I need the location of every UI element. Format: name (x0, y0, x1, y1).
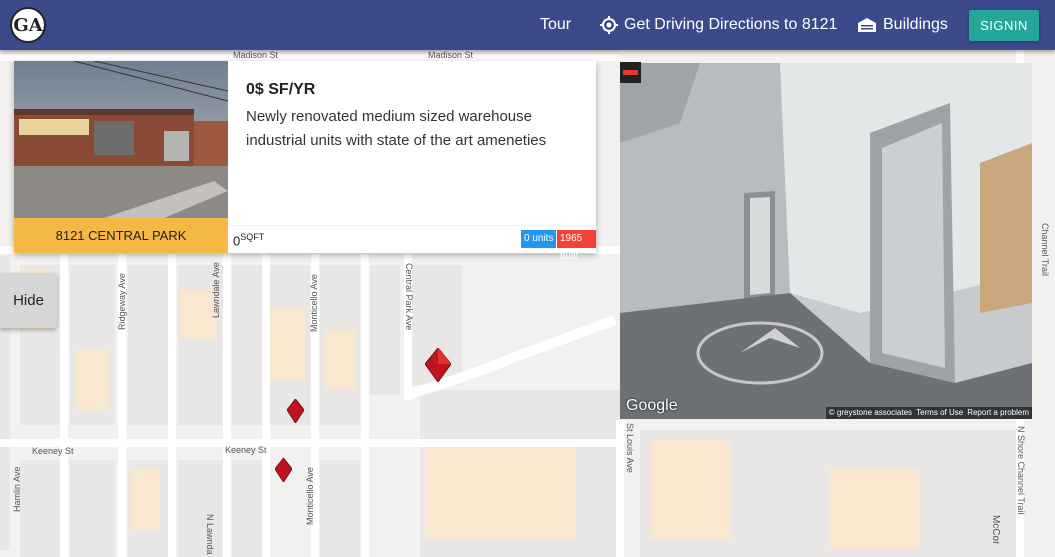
street-view-panel[interactable]: Google © greystone associates Terms of U… (620, 63, 1032, 419)
sqft-unit: SQFT (240, 232, 265, 242)
property-footer: 0SQFT 0 units 1965 built (228, 225, 596, 262)
units-badge: 0 units (521, 230, 557, 248)
street-label-n-lawndale: N Lawnda (205, 514, 215, 555)
property-sqft: 0SQFT (233, 232, 264, 248)
street-label-mccormick: McCor (990, 515, 1001, 545)
google-logo: Google (626, 397, 678, 414)
nav-tour[interactable]: Tour (540, 0, 571, 50)
street-label-hamlin: Hamlin Ave (12, 466, 22, 512)
nav-driving-directions-label: Get Driving Directions to 8121 (624, 16, 838, 33)
marker-icon[interactable] (286, 398, 305, 428)
street-label-monticello: Monticello Ave (309, 274, 319, 332)
street-label-monticello-2: Monticello Ave (305, 467, 315, 525)
property-name: 8121 CENTRAL PARK (14, 218, 228, 253)
terms-link[interactable]: Terms of Use (916, 407, 963, 419)
collapse-street-view-button[interactable] (620, 62, 641, 83)
hide-button[interactable]: Hide (0, 273, 57, 328)
crosshair-icon (600, 16, 618, 34)
street-view-footer: © greystone associates Terms of Use Repo… (825, 407, 1032, 419)
logo-text: GA (13, 14, 43, 36)
street-label-ridgeway: Ridgeway Ave (117, 273, 127, 330)
street-label-shore-channel-2: N Shore Channel Trail (1016, 426, 1026, 515)
nav-driving-directions[interactable]: Get Driving Directions to 8121 (600, 0, 837, 50)
street-label-shore-channel: Channel Trail (1040, 223, 1050, 277)
property-photo (14, 61, 228, 218)
navbar: GA Tour Get Driving Directions to 8121 B… (0, 0, 1055, 50)
street-view-image (620, 63, 1032, 419)
copyright-text: © greystone associates (828, 408, 913, 417)
street-label-keeney: Keeney St (32, 446, 74, 456)
marker-icon[interactable] (274, 457, 293, 487)
street-label-keeney-2: Keeney St (225, 445, 267, 455)
property-price: 0$ SF/YR (246, 81, 316, 98)
built-badge: 1965 built (557, 230, 596, 262)
street-label-madison: Madison St (233, 50, 279, 60)
marker-icon[interactable] (424, 347, 452, 387)
signin-button[interactable]: SIGNIN (969, 10, 1039, 41)
nav-buildings-label: Buildings (883, 16, 948, 33)
street-label-st-louis: St Louis Ave (625, 423, 635, 473)
nav-buildings[interactable]: Buildings (857, 0, 948, 50)
property-card[interactable]: 8121 CENTRAL PARK 0$ SF/YR Newly renovat… (14, 61, 596, 262)
street-label-lawndale: Lawndale Ave (211, 262, 221, 318)
building-icon (857, 17, 877, 33)
logo[interactable]: GA (10, 7, 46, 43)
nav-tour-label: Tour (540, 16, 572, 33)
report-problem-link[interactable]: Report a problem (967, 407, 1029, 419)
street-label-central-park: Central Park Ave (404, 263, 414, 331)
street-label-madison-2: Madison St (428, 50, 474, 60)
property-description: Newly renovated medium sized warehouse i… (246, 108, 547, 149)
